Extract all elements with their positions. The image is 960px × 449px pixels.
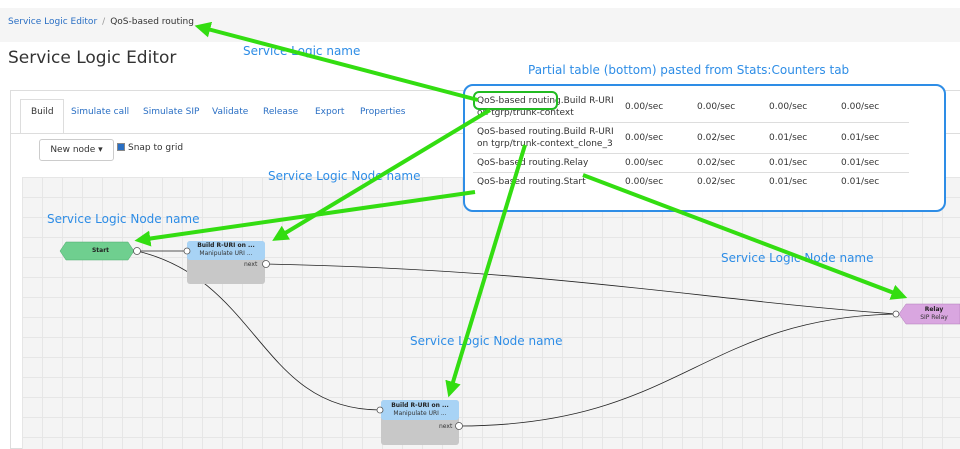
- annotation-arrows: [134, 21, 908, 398]
- arrow-to-start: [134, 190, 476, 247]
- arrow-to-relay: [582, 173, 908, 300]
- arrow-to-build-top: [272, 108, 492, 241]
- arrow-to-build-bottom: [445, 144, 527, 398]
- highlight-box: [473, 91, 558, 110]
- arrow-to-breadcrumb: [194, 21, 479, 102]
